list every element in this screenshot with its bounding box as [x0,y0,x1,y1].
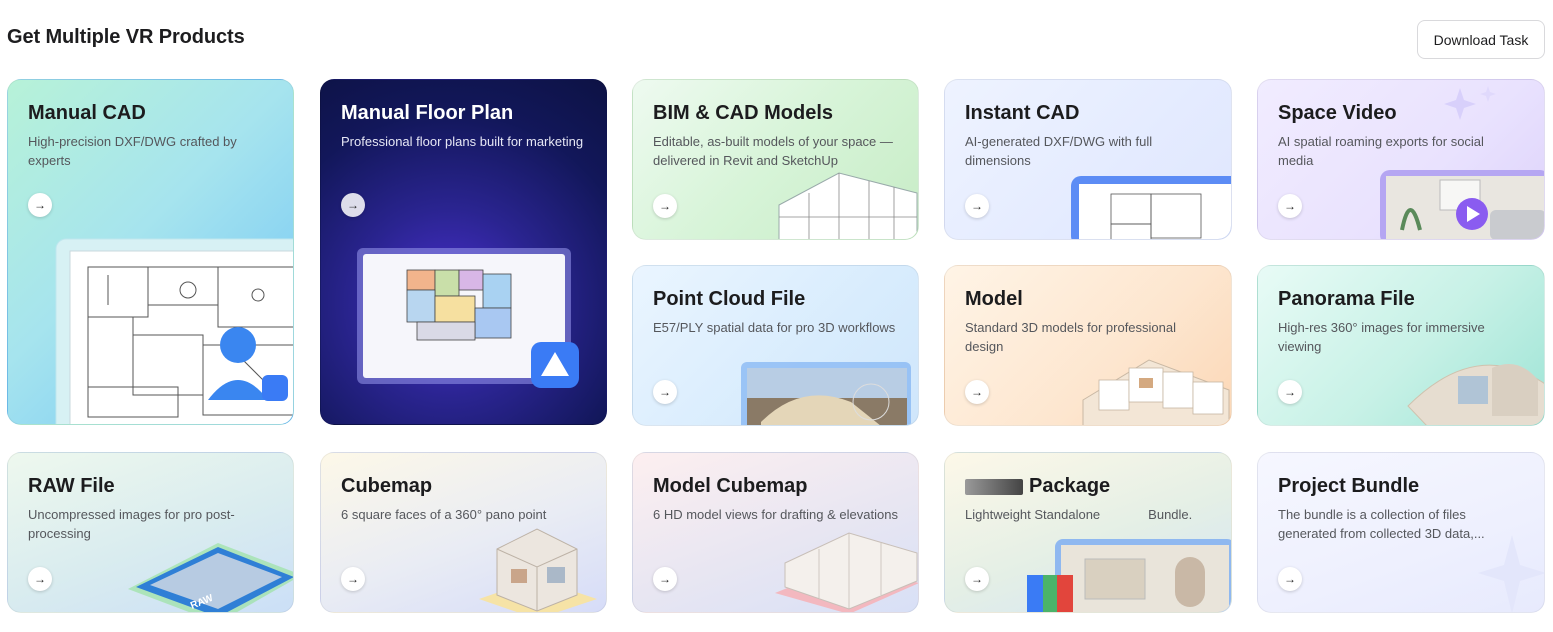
card-title: Manual Floor Plan [341,102,514,124]
redacted-brand [965,478,1023,495]
package-viewer-illustration [1027,539,1231,612]
archive-icon [1027,575,1073,612]
card-cubemap[interactable]: Cubemap 6 square faces of a 360° pano po… [320,452,607,613]
card-description: High-precision DXF/DWG crafted by expert… [28,134,237,168]
sparkle-icon [1444,86,1496,120]
card-space-video[interactable]: Space Video AI spatial roaming exports f… [1257,79,1545,240]
card-model-cubemap[interactable]: Model Cubemap 6 HD model views for draft… [632,452,919,613]
card-title: Model Cubemap [653,475,808,497]
floor-plan-illustration [357,248,579,388]
card-description-suffix: Bundle. [1148,507,1193,522]
card-description: Lightweight Standalone [965,507,1101,522]
card-description: 6 HD model views for drafting & elevatio… [653,507,898,522]
arrow-right-icon[interactable]: → [28,193,52,217]
card-manual-cad[interactable]: Manual CAD High-precision DXF/DWG crafte… [7,79,294,425]
card-description: E57/PLY spatial data for pro 3D workflow… [653,320,896,335]
card-project-bundle[interactable]: Project Bundle The bundle is a collectio… [1257,452,1545,613]
building-model-illustration [778,172,918,239]
card-description: AI-generated DXF/DWG with full dimension… [965,134,1153,168]
arrow-right-icon[interactable]: → [965,380,989,404]
arrow-right-icon[interactable]: → [28,567,52,591]
card-package[interactable]: Package Lightweight Standalone Bundle. → [944,452,1232,613]
page-title: Get Multiple VR Products [7,26,245,48]
card-title: Panorama File [1278,288,1415,310]
card-model[interactable]: Model Standard 3D models for professiona… [944,265,1232,426]
card-title: Instant CAD [965,102,1080,124]
sparkle-icon [1478,535,1544,612]
card-panorama-file[interactable]: Panorama File High-res 360° images for i… [1257,265,1545,426]
arrow-right-icon[interactable]: → [965,567,989,591]
card-instant-cad[interactable]: Instant CAD AI-generated DXF/DWG with fu… [944,79,1232,240]
card-title: Point Cloud File [653,288,806,310]
card-title: Cubemap [341,475,433,497]
card-manual-floor-plan[interactable]: Manual Floor Plan Professional floor pla… [320,79,607,425]
card-title: Space Video [1278,102,1397,124]
arrow-right-icon[interactable]: → [653,380,677,404]
card-description: AI spatial roaming exports for social me… [1278,134,1484,168]
arrow-right-icon[interactable]: → [1278,380,1302,404]
card-title: Project Bundle [1278,475,1420,497]
arrow-right-icon[interactable]: → [653,567,677,591]
arrow-right-icon[interactable]: → [1278,194,1302,218]
panorama-illustration [1407,364,1544,425]
arrow-right-icon[interactable]: → [965,194,989,218]
card-title: Manual CAD [28,102,146,124]
video-room-illustration [1380,170,1544,239]
card-title: Model [965,288,1023,310]
card-title: RAW File [28,475,115,497]
laptop-cad-illustration [1071,176,1231,239]
card-title: Package [1029,475,1111,497]
cad-drawing-illustration [55,238,293,424]
download-task-button[interactable]: Download Task [1417,20,1545,59]
card-title: BIM & CAD Models [653,102,833,124]
raw-image-illustration: RAW [128,543,293,612]
cubemap-illustration [479,528,597,612]
arrow-right-icon[interactable]: → [341,193,365,217]
point-cloud-illustration [741,362,911,425]
card-description: Professional floor plans built for marke… [341,134,584,149]
card-point-cloud-file[interactable]: Point Cloud File E57/PLY spatial data fo… [632,265,919,426]
model-cubemap-illustration [775,532,918,612]
arrow-right-icon[interactable]: → [1278,567,1302,591]
card-description: Uncompressed images for pro post-process… [28,507,235,541]
arrow-right-icon[interactable]: → [653,194,677,218]
3d-model-illustration [1082,359,1230,425]
card-bim-cad-models[interactable]: BIM & CAD Models Editable, as-built mode… [632,79,919,240]
card-raw-file[interactable]: RAW File Uncompressed images for pro pos… [7,452,294,613]
arrow-right-icon[interactable]: → [341,567,365,591]
